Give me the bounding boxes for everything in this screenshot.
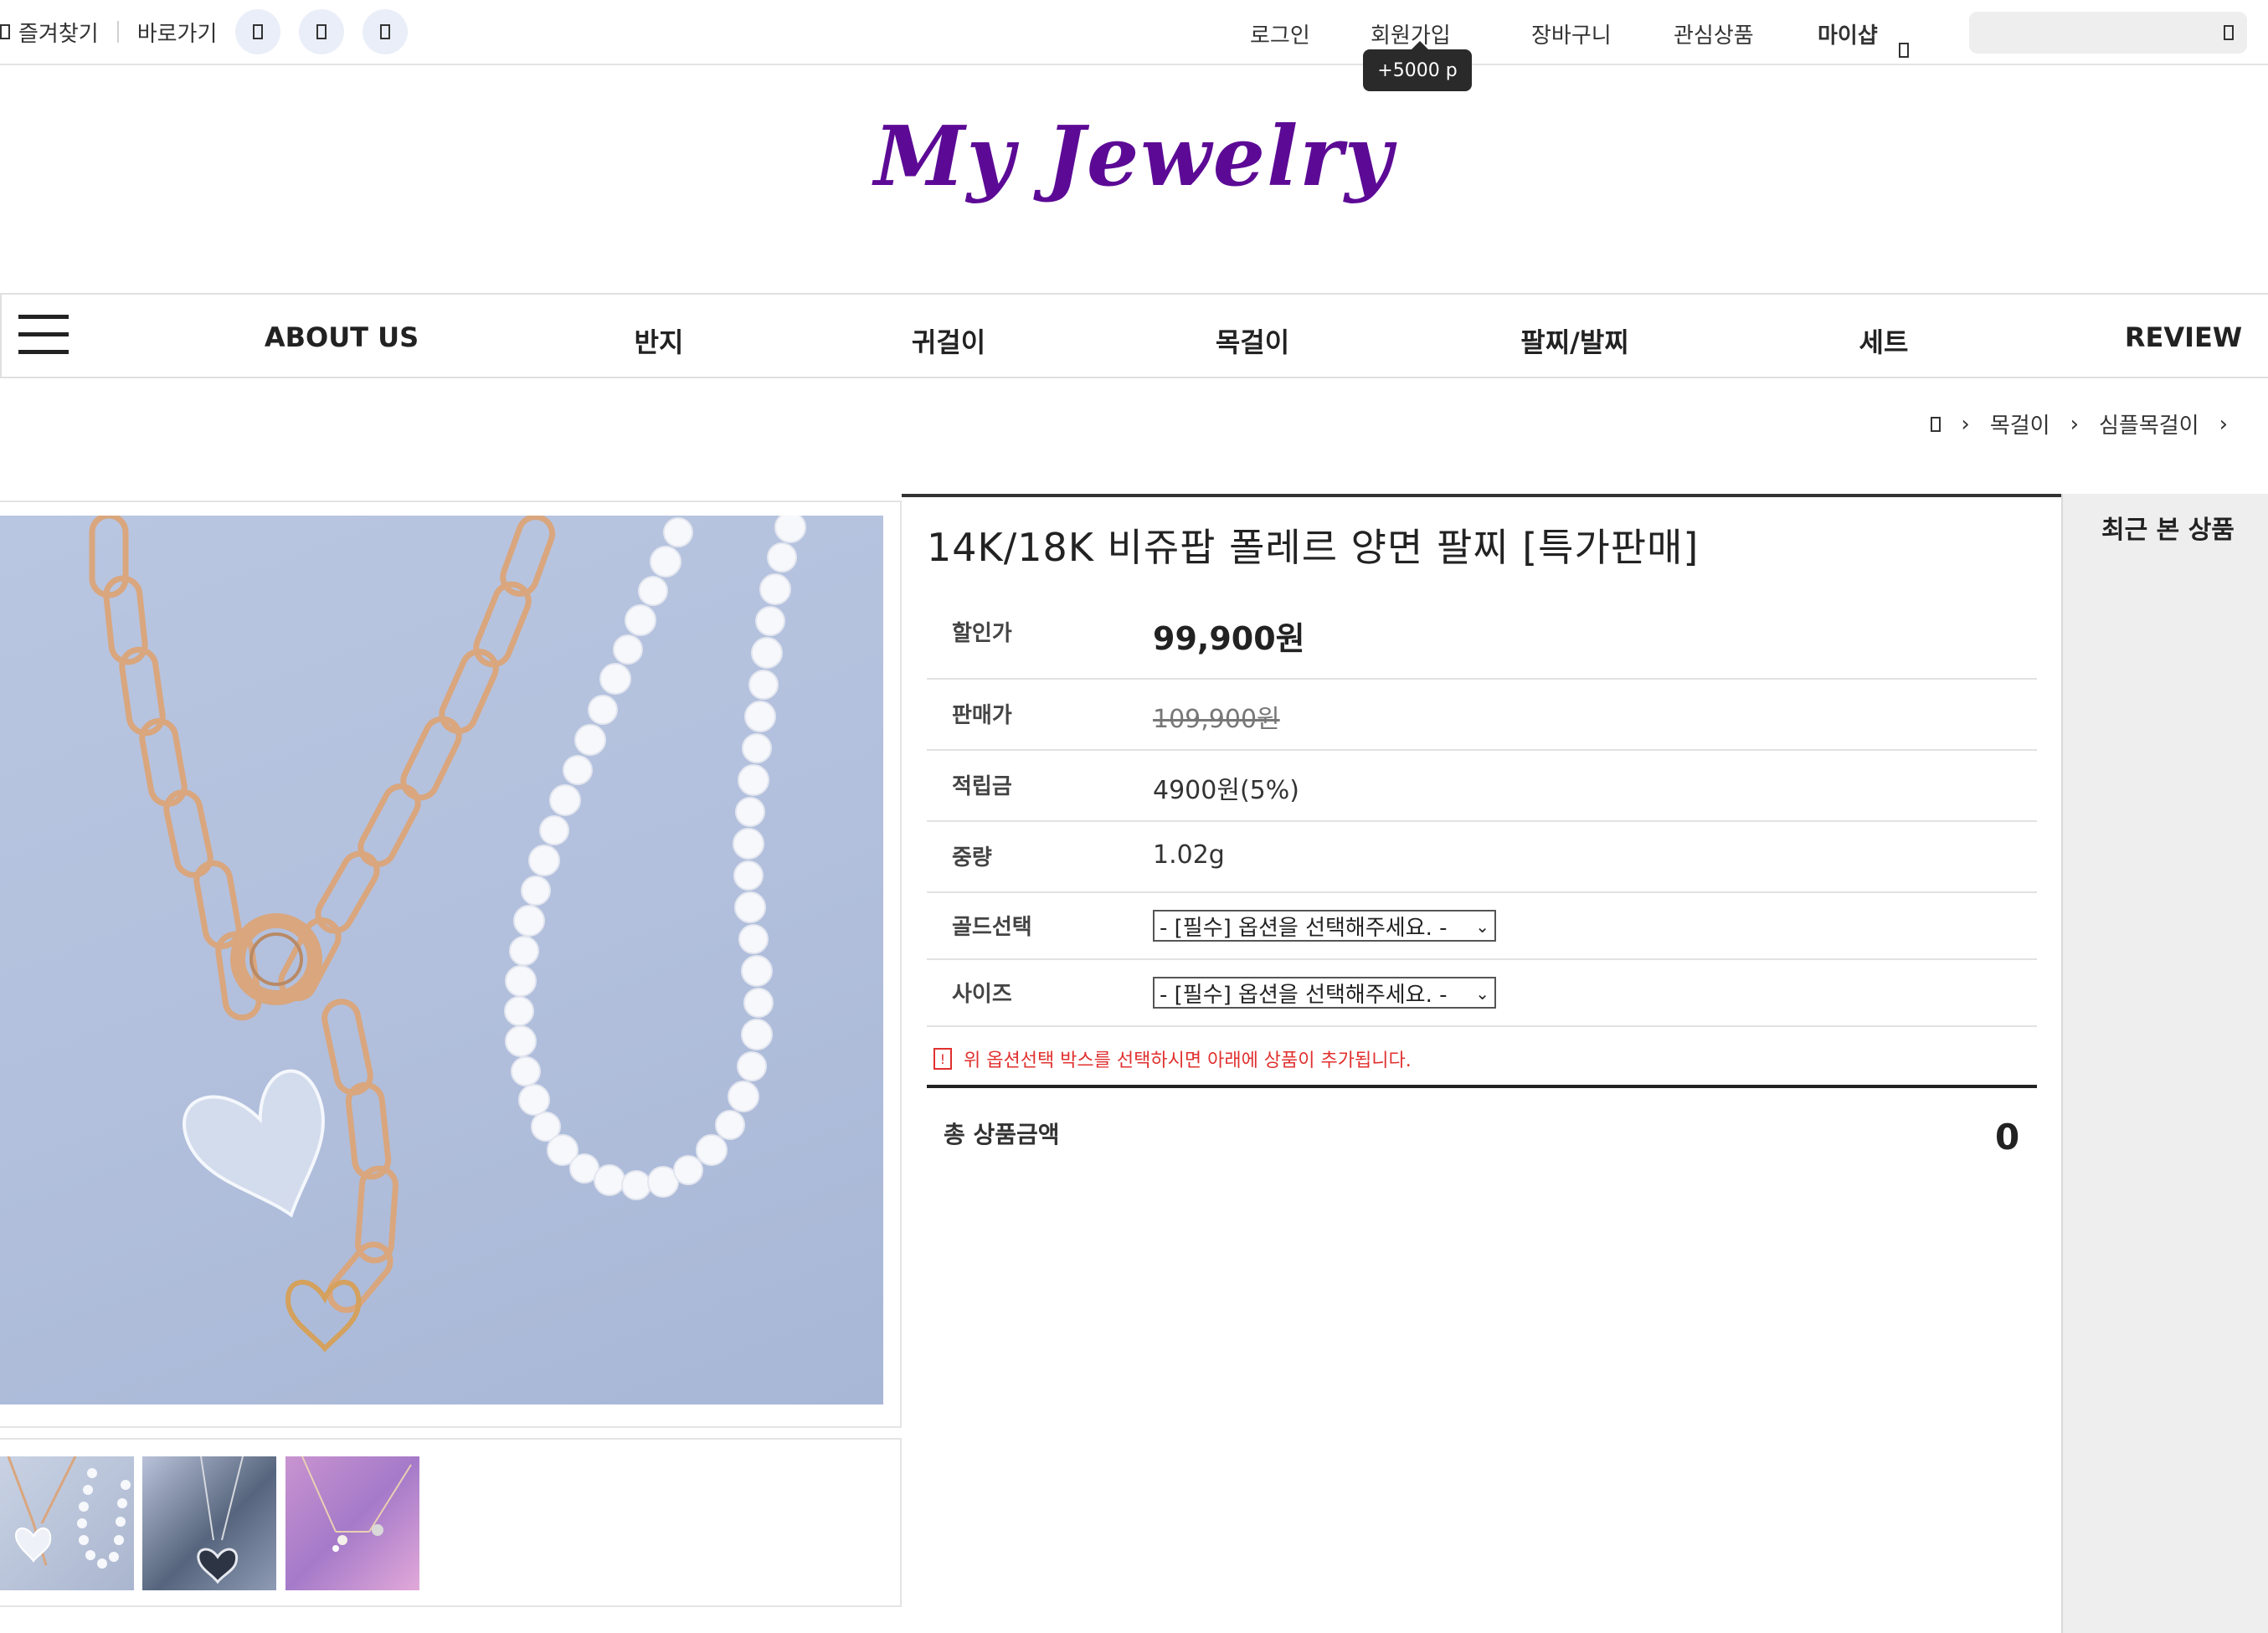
nav-item-review[interactable]: REVIEW bbox=[2125, 321, 2242, 353]
info-row-size-option: 사이즈 - [필수] 옵션을 선택해주세요. - ⌄ bbox=[927, 960, 2037, 1027]
recent-products-sidebar: 최근 본 상품 bbox=[2061, 494, 2268, 1633]
main-nav: ABOUT US 반지 귀걸이 목걸이 팔찌/발찌 세트 REVIEW bbox=[0, 293, 2268, 378]
chevron-right-icon: › bbox=[1961, 411, 1970, 437]
bookmark-label: 즐겨찾기 bbox=[18, 21, 99, 47]
product-image-frame bbox=[0, 501, 902, 1428]
divider bbox=[927, 1085, 2037, 1088]
row-label: 사이즈 bbox=[952, 982, 1012, 1007]
menu-icon[interactable] bbox=[18, 315, 69, 355]
cart-link[interactable]: 장바구니 bbox=[1531, 18, 1612, 49]
social-button-2[interactable] bbox=[299, 9, 345, 54]
breadcrumb-item[interactable]: 심플목걸이 bbox=[2099, 408, 2199, 439]
total-label: 총 상품금액 bbox=[944, 1121, 1060, 1148]
breadcrumb-item[interactable]: 목걸이 bbox=[1990, 408, 2050, 439]
top-bar: 즐겨찾기 바로가기 로그인 회원가입 장바구니 관심상품 마이샵 bbox=[0, 0, 2268, 65]
row-label: 판매가 bbox=[952, 703, 1012, 728]
join-point-tooltip: +5000 p bbox=[1363, 41, 1472, 91]
nav-item-sets[interactable]: 세트 bbox=[1859, 321, 1909, 360]
breadcrumb: › 목걸이 › 심플목걸이 › bbox=[1931, 408, 2248, 439]
product-info-panel: 14K/18K 비쥬팝 폴레르 양면 팔찌 [특가판매] 할인가 99,900원… bbox=[902, 494, 2061, 1633]
option-notice: ! 위 옵션선택 박스를 선택하시면 아래에 상품이 추가됩니다. bbox=[933, 1045, 1412, 1072]
search-bar[interactable] bbox=[1969, 12, 2247, 54]
total-value: 0 bbox=[1995, 1117, 2020, 1158]
login-link[interactable]: 로그인 bbox=[1250, 18, 1310, 49]
nav-item-rings[interactable]: 반지 bbox=[635, 321, 684, 360]
social-button-1[interactable] bbox=[235, 9, 281, 54]
home-icon[interactable] bbox=[1931, 416, 1941, 432]
product-title: 14K/18K 비쥬팝 폴레르 양면 팔찌 [특가판매] bbox=[927, 525, 1700, 570]
necklace-photo bbox=[89, 516, 806, 1353]
list-price: 109,900원 bbox=[1153, 705, 1280, 734]
recent-title: 최근 본 상품 bbox=[2101, 516, 2235, 545]
search-icon[interactable] bbox=[2224, 25, 2234, 44]
thumbnail-photo bbox=[301, 1456, 412, 1552]
share-icon bbox=[316, 24, 327, 39]
bookmark-icon bbox=[0, 24, 10, 39]
chevron-right-icon: › bbox=[2219, 411, 2228, 437]
bookmark-link[interactable]: 즐겨찾기 bbox=[0, 17, 99, 48]
top-bar-left: 즐겨찾기 바로가기 bbox=[0, 0, 409, 64]
reward-points: 4900원(5%) bbox=[1153, 776, 1299, 805]
social-button-3[interactable] bbox=[363, 9, 409, 54]
nav-item-necklaces[interactable]: 목걸이 bbox=[1216, 321, 1289, 360]
divider bbox=[116, 21, 119, 43]
info-row-sale-price: 할인가 99,900원 bbox=[927, 581, 2037, 680]
select-value: - [필수] 옵션을 선택해주세요. - bbox=[1160, 982, 1448, 1008]
size-select[interactable]: - [필수] 옵션을 선택해주세요. - ⌄ bbox=[1153, 977, 1496, 1009]
row-label: 골드선택 bbox=[952, 915, 1032, 940]
nav-item-earrings[interactable]: 귀걸이 bbox=[912, 321, 985, 360]
join-link[interactable]: 회원가입 bbox=[1371, 18, 1451, 49]
thumbnail-2[interactable] bbox=[142, 1456, 276, 1590]
chevron-right-icon: › bbox=[2070, 411, 2079, 437]
row-label: 적립금 bbox=[952, 774, 1012, 799]
chevron-down-icon: ⌄ bbox=[1475, 983, 1489, 1004]
share-icon bbox=[253, 24, 264, 39]
nav-item-about-us[interactable]: ABOUT US bbox=[265, 321, 419, 353]
notice-text: 위 옵션선택 박스를 선택하시면 아래에 상품이 추가됩니다. bbox=[964, 1050, 1412, 1071]
nav-item-bracelets[interactable]: 팔찌/발찌 bbox=[1520, 321, 1628, 360]
weight-value: 1.02g bbox=[1153, 840, 1225, 870]
search-glyph bbox=[2224, 25, 2234, 40]
site-logo[interactable]: My Jewelry bbox=[0, 109, 2268, 205]
info-row-list-price: 판매가 109,900원 bbox=[927, 680, 2037, 751]
row-label: 할인가 bbox=[952, 621, 1012, 646]
sale-price: 99,900원 bbox=[1153, 620, 1305, 657]
share-icon bbox=[380, 24, 391, 39]
info-row-points: 적립금 4900원(5%) bbox=[927, 751, 2037, 822]
myshop-link[interactable]: 마이샵 bbox=[1818, 18, 1878, 49]
info-row-weight: 중량 1.02g bbox=[927, 822, 2037, 893]
thumbnail-photo bbox=[197, 1456, 244, 1584]
thumbnail-1[interactable] bbox=[0, 1456, 134, 1590]
shortcut-link[interactable]: 바로가기 bbox=[137, 17, 218, 48]
wishlist-link[interactable]: 관심상품 bbox=[1674, 18, 1754, 49]
thumbnail-strip bbox=[0, 1438, 902, 1607]
thumbnail-3[interactable] bbox=[285, 1456, 419, 1590]
chevron-down-icon: ⌄ bbox=[1475, 917, 1489, 937]
dropdown-icon bbox=[1899, 43, 1909, 58]
info-row-gold-option: 골드선택 - [필수] 옵션을 선택해주세요. - ⌄ bbox=[927, 893, 2037, 960]
row-label: 중량 bbox=[952, 845, 992, 870]
warning-icon: ! bbox=[933, 1048, 952, 1070]
select-value: - [필수] 옵션을 선택해주세요. - bbox=[1160, 915, 1448, 941]
product-main-image[interactable] bbox=[0, 516, 883, 1404]
gold-select[interactable]: - [필수] 옵션을 선택해주세요. - ⌄ bbox=[1153, 910, 1496, 942]
thumbnail-photo bbox=[7, 1456, 131, 1569]
